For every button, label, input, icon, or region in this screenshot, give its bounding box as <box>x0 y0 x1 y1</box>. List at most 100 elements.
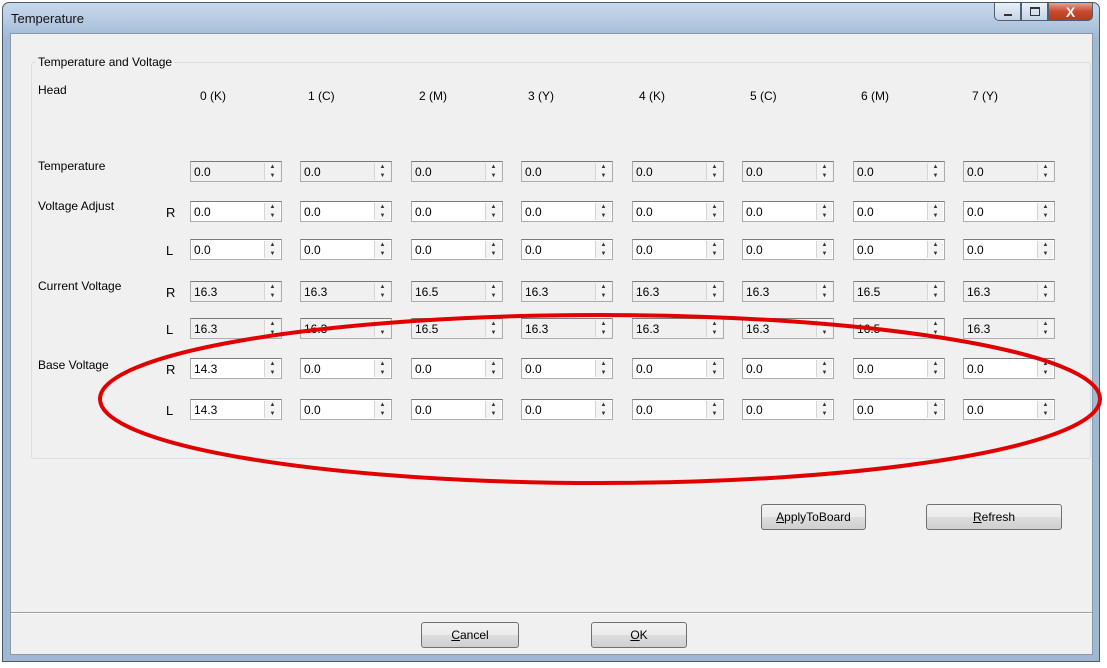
spin-up-icon[interactable]: ▲ <box>270 402 276 408</box>
spin-down-icon[interactable]: ▼ <box>822 293 828 299</box>
spin-down-icon[interactable]: ▼ <box>491 293 497 299</box>
spinbox-arrows[interactable]: ▲ ▼ <box>1037 203 1053 220</box>
spinbox-arrows[interactable]: ▲ ▼ <box>485 241 501 258</box>
spinbox-arrows[interactable]: ▲ ▼ <box>816 283 832 300</box>
spinbox-arrows[interactable]: ▲ ▼ <box>595 320 611 337</box>
spin-up-icon[interactable]: ▲ <box>712 204 718 210</box>
spinbox-arrows[interactable]: ▲ ▼ <box>816 320 832 337</box>
value-spinbox[interactable]: 0.0 ▲ ▼ <box>411 201 503 222</box>
value-spinbox[interactable]: 14.3 ▲ ▼ <box>190 399 282 420</box>
spinbox-arrows[interactable]: ▲ ▼ <box>927 163 943 180</box>
spinbox-arrows[interactable]: ▲ ▼ <box>374 360 390 377</box>
spin-up-icon[interactable]: ▲ <box>712 242 718 248</box>
spin-up-icon[interactable]: ▲ <box>1043 361 1049 367</box>
spin-down-icon[interactable]: ▼ <box>822 213 828 219</box>
spinbox-arrows[interactable]: ▲ ▼ <box>1037 360 1053 377</box>
value-spinbox[interactable]: 16.3 ▲ ▼ <box>632 281 724 302</box>
value-spinbox[interactable]: 16.3 ▲ ▼ <box>521 281 613 302</box>
spin-up-icon[interactable]: ▲ <box>380 321 386 327</box>
spinbox-arrows[interactable]: ▲ ▼ <box>1037 283 1053 300</box>
value-spinbox[interactable]: 0.0 ▲ ▼ <box>742 399 834 420</box>
spinbox-arrows[interactable]: ▲ ▼ <box>264 360 280 377</box>
spinbox-arrows[interactable]: ▲ ▼ <box>595 203 611 220</box>
value-spinbox[interactable]: 16.5 ▲ ▼ <box>411 281 503 302</box>
spin-down-icon[interactable]: ▼ <box>601 370 607 376</box>
spinbox-arrows[interactable]: ▲ ▼ <box>264 241 280 258</box>
refresh-button[interactable]: Refresh <box>926 504 1062 530</box>
spin-down-icon[interactable]: ▼ <box>933 293 939 299</box>
value-spinbox[interactable]: 0.0 ▲ ▼ <box>853 358 945 379</box>
spin-up-icon[interactable]: ▲ <box>270 242 276 248</box>
value-spinbox[interactable]: 0.0 ▲ ▼ <box>963 161 1055 182</box>
value-spinbox[interactable]: 0.0 ▲ ▼ <box>521 161 613 182</box>
spin-up-icon[interactable]: ▲ <box>822 164 828 170</box>
value-spinbox[interactable]: 16.3 ▲ ▼ <box>300 318 392 339</box>
spinbox-arrows[interactable]: ▲ ▼ <box>706 283 722 300</box>
spin-up-icon[interactable]: ▲ <box>270 321 276 327</box>
value-spinbox[interactable]: 0.0 ▲ ▼ <box>411 161 503 182</box>
spin-down-icon[interactable]: ▼ <box>822 330 828 336</box>
spin-up-icon[interactable]: ▲ <box>601 204 607 210</box>
spinbox-arrows[interactable]: ▲ ▼ <box>264 283 280 300</box>
spinbox-arrows[interactable]: ▲ ▼ <box>706 203 722 220</box>
spinbox-arrows[interactable]: ▲ ▼ <box>485 360 501 377</box>
value-spinbox[interactable]: 16.5 ▲ ▼ <box>411 318 503 339</box>
spinbox-arrows[interactable]: ▲ ▼ <box>374 401 390 418</box>
spin-up-icon[interactable]: ▲ <box>270 284 276 290</box>
spinbox-arrows[interactable]: ▲ ▼ <box>374 320 390 337</box>
spinbox-arrows[interactable]: ▲ ▼ <box>595 283 611 300</box>
spin-down-icon[interactable]: ▼ <box>270 370 276 376</box>
spin-down-icon[interactable]: ▼ <box>380 251 386 257</box>
spinbox-arrows[interactable]: ▲ ▼ <box>706 320 722 337</box>
spin-up-icon[interactable]: ▲ <box>933 284 939 290</box>
spinbox-arrows[interactable]: ▲ ▼ <box>1037 320 1053 337</box>
close-button[interactable]: X <box>1048 3 1093 21</box>
ok-button[interactable]: OK <box>591 622 687 648</box>
value-spinbox[interactable]: 0.0 ▲ ▼ <box>963 201 1055 222</box>
spin-up-icon[interactable]: ▲ <box>1043 164 1049 170</box>
value-spinbox[interactable]: 0.0 ▲ ▼ <box>190 201 282 222</box>
value-spinbox[interactable]: 16.5 ▲ ▼ <box>853 318 945 339</box>
spin-up-icon[interactable]: ▲ <box>380 242 386 248</box>
spin-down-icon[interactable]: ▼ <box>1043 251 1049 257</box>
spinbox-arrows[interactable]: ▲ ▼ <box>1037 163 1053 180</box>
value-spinbox[interactable]: 0.0 ▲ ▼ <box>521 239 613 260</box>
spin-down-icon[interactable]: ▼ <box>601 213 607 219</box>
value-spinbox[interactable]: 0.0 ▲ ▼ <box>411 239 503 260</box>
spin-down-icon[interactable]: ▼ <box>491 370 497 376</box>
spin-down-icon[interactable]: ▼ <box>601 251 607 257</box>
spin-up-icon[interactable]: ▲ <box>712 402 718 408</box>
spinbox-arrows[interactable]: ▲ ▼ <box>816 401 832 418</box>
spin-up-icon[interactable]: ▲ <box>601 321 607 327</box>
apply-to-board-button[interactable]: ApplyToBoard <box>761 504 866 530</box>
spin-down-icon[interactable]: ▼ <box>601 330 607 336</box>
spin-down-icon[interactable]: ▼ <box>1043 293 1049 299</box>
spinbox-arrows[interactable]: ▲ ▼ <box>485 163 501 180</box>
value-spinbox[interactable]: 16.3 ▲ ▼ <box>190 281 282 302</box>
spin-up-icon[interactable]: ▲ <box>822 284 828 290</box>
spinbox-arrows[interactable]: ▲ ▼ <box>706 163 722 180</box>
value-spinbox[interactable]: 0.0 ▲ ▼ <box>963 358 1055 379</box>
spin-up-icon[interactable]: ▲ <box>270 204 276 210</box>
value-spinbox[interactable]: 0.0 ▲ ▼ <box>190 161 282 182</box>
spinbox-arrows[interactable]: ▲ ▼ <box>927 203 943 220</box>
spin-up-icon[interactable]: ▲ <box>491 361 497 367</box>
spin-down-icon[interactable]: ▼ <box>601 173 607 179</box>
spinbox-arrows[interactable]: ▲ ▼ <box>927 320 943 337</box>
spinbox-arrows[interactable]: ▲ ▼ <box>264 401 280 418</box>
spinbox-arrows[interactable]: ▲ ▼ <box>374 283 390 300</box>
spinbox-arrows[interactable]: ▲ ▼ <box>816 203 832 220</box>
spin-down-icon[interactable]: ▼ <box>712 411 718 417</box>
value-spinbox[interactable]: 0.0 ▲ ▼ <box>853 399 945 420</box>
spin-up-icon[interactable]: ▲ <box>270 361 276 367</box>
value-spinbox[interactable]: 0.0 ▲ ▼ <box>632 201 724 222</box>
value-spinbox[interactable]: 0.0 ▲ ▼ <box>632 239 724 260</box>
value-spinbox[interactable]: 0.0 ▲ ▼ <box>521 201 613 222</box>
spin-up-icon[interactable]: ▲ <box>601 242 607 248</box>
value-spinbox[interactable]: 0.0 ▲ ▼ <box>300 358 392 379</box>
spin-up-icon[interactable]: ▲ <box>1043 321 1049 327</box>
spin-down-icon[interactable]: ▼ <box>712 330 718 336</box>
spinbox-arrows[interactable]: ▲ ▼ <box>816 360 832 377</box>
value-spinbox[interactable]: 0.0 ▲ ▼ <box>411 358 503 379</box>
maximize-button[interactable] <box>1021 3 1048 21</box>
